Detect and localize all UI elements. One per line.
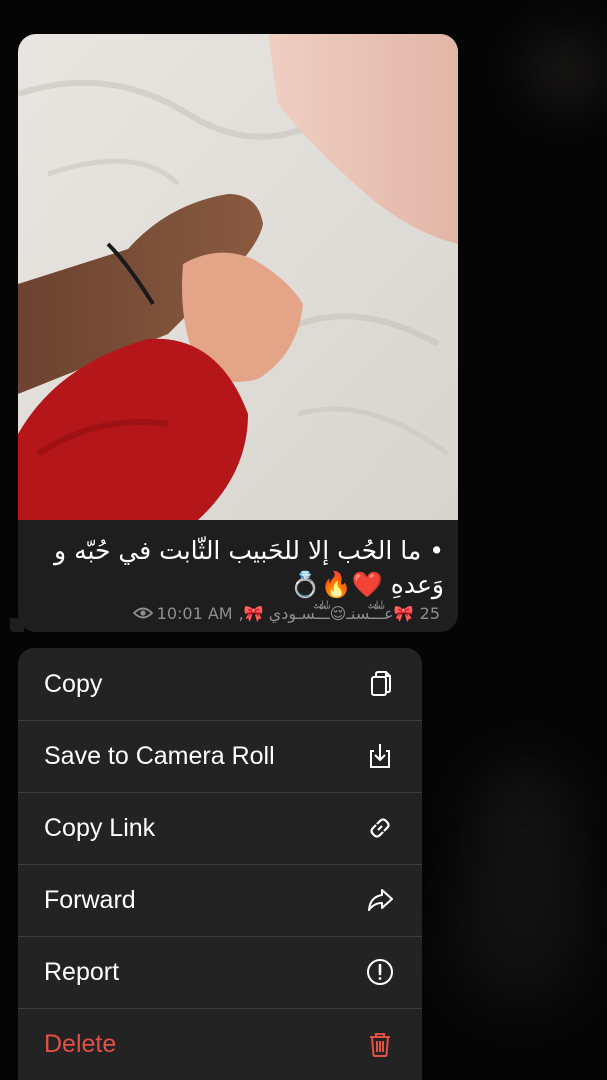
eye-icon: [132, 607, 153, 619]
menu-item-label: Forward: [44, 885, 136, 914]
message-bubble[interactable]: • ما الحُب إلا للحَبيب الثّابت في حُبّه …: [18, 34, 458, 632]
message-signature: 🎀عـّٰ̐ـّٰ̐ـسنـ😌ـّٰ̐ـّٰ̐ـسـودي 🎀,: [238, 603, 414, 623]
menu-item-forward[interactable]: Forward: [18, 864, 422, 936]
message-photo[interactable]: [18, 34, 458, 520]
message-meta: 10:01 AM 🎀عـّٰ̐ـّٰ̐ـسنـ😌ـّٰ̐ـّٰ̐ـسـودي 🎀…: [32, 602, 440, 624]
copy-icon: [371, 671, 391, 696]
download-icon: [370, 744, 390, 768]
menu-item-copy-link[interactable]: Copy Link: [18, 792, 422, 864]
menu-item-label: Report: [44, 957, 120, 986]
menu-item-label: Copy Link: [44, 813, 156, 842]
context-menu: Copy Save to Camera Roll Copy Link Forwa…: [18, 648, 422, 1080]
forward-icon: [368, 889, 393, 911]
menu-item-label: Copy: [44, 669, 103, 698]
link-icon: [370, 818, 390, 838]
message-caption: • ما الحُب إلا للحَبيب الثّابت في حُبّه …: [54, 536, 444, 599]
background-blur: [450, 860, 590, 1010]
trash-icon: [370, 1033, 390, 1057]
menu-item-label: Save to Camera Roll: [44, 741, 275, 770]
background-blur: [530, 40, 600, 100]
menu-item-report[interactable]: Report: [18, 936, 422, 1008]
report-icon: [367, 959, 393, 985]
menu-item-label: Delete: [44, 1029, 117, 1058]
reactions-count: 25: [419, 603, 440, 623]
menu-item-delete[interactable]: Delete: [18, 1008, 422, 1080]
menu-item-copy[interactable]: Copy: [18, 648, 422, 720]
message-time: 10:01 AM: [156, 603, 233, 623]
message-views: 10:01 AM: [132, 603, 233, 623]
menu-item-save-to-camera-roll[interactable]: Save to Camera Roll: [18, 720, 422, 792]
